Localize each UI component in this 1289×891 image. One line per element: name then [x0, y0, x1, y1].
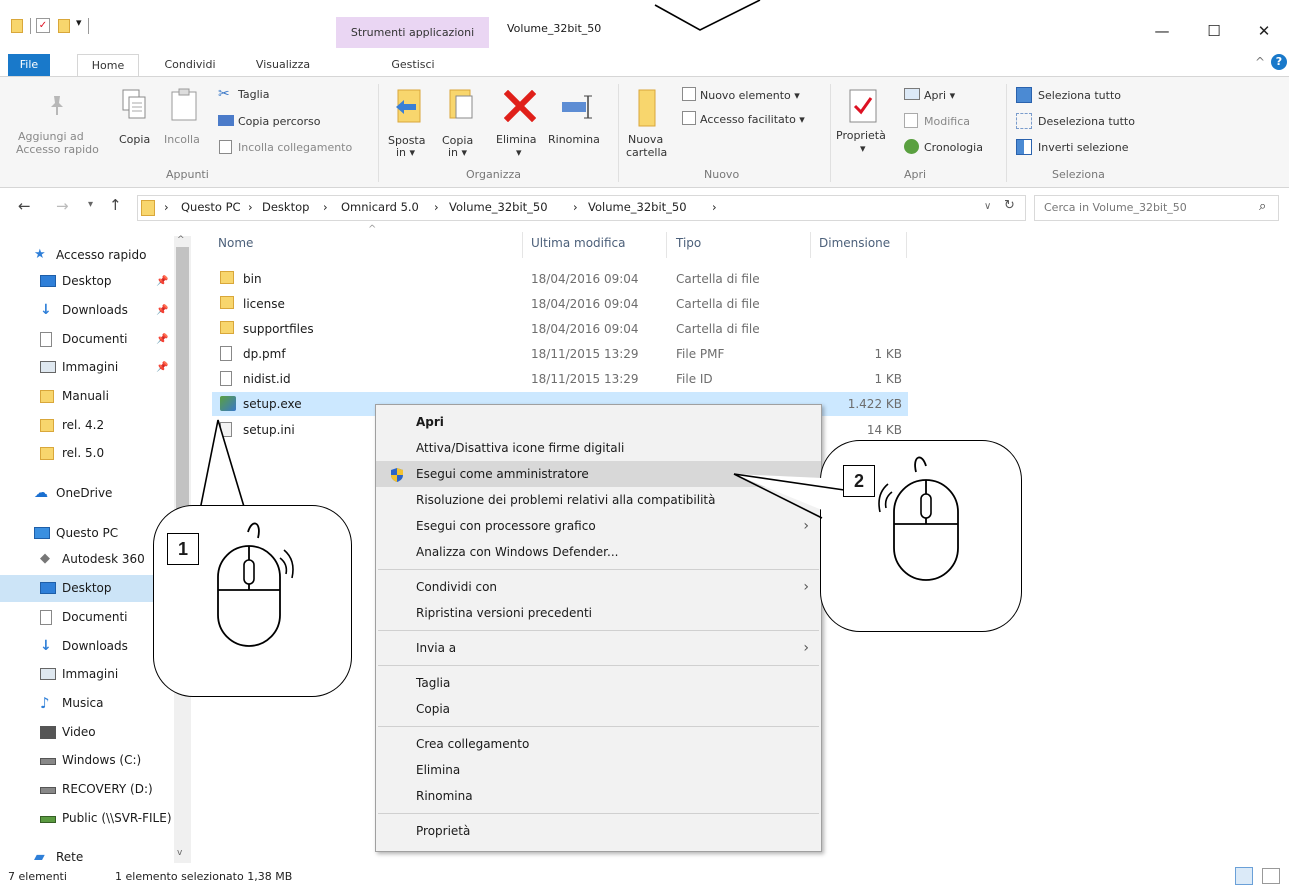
mouse-right-click-icon — [878, 456, 959, 581]
callout-pointer-2-cover — [733, 473, 859, 519]
